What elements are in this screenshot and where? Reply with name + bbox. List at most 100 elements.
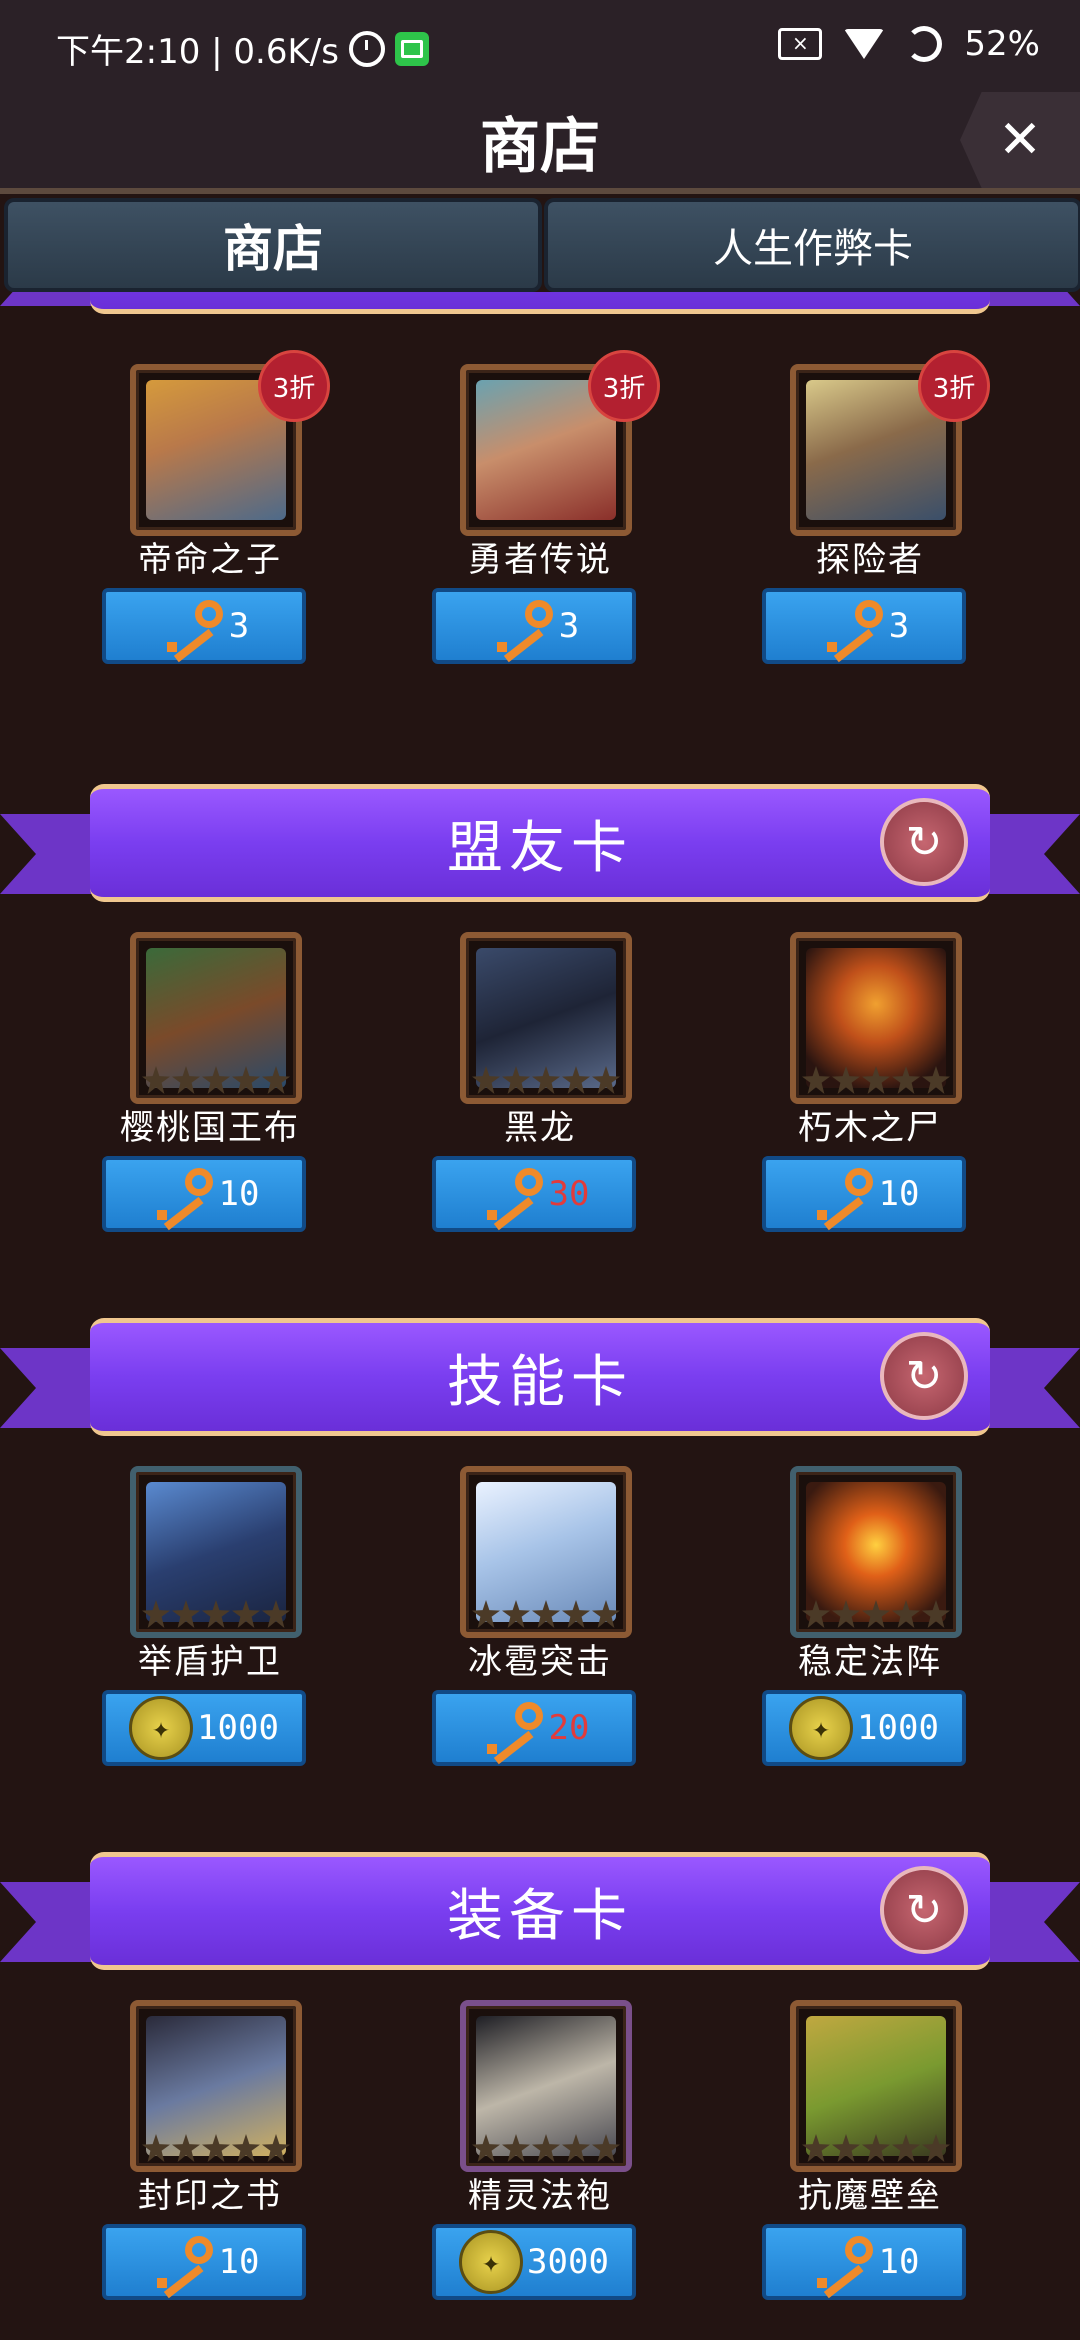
close-icon: ✕ <box>998 110 1042 170</box>
key-icon <box>479 1700 545 1765</box>
item-name: 樱桃国王布 <box>120 1108 300 1148</box>
refresh-button[interactable]: ↻ <box>880 1332 968 1420</box>
refresh-icon: ↻ <box>905 1350 943 1402</box>
refresh-button[interactable]: ↻ <box>880 1866 968 1954</box>
price-value: 1000 <box>857 1708 939 1748</box>
gold-coin-icon: ✦ <box>459 2230 524 2294</box>
price-value: 3000 <box>527 2242 609 2282</box>
item-name: 黑龙 <box>504 1108 576 1148</box>
app-header: 商店 ✕ <box>0 92 1080 192</box>
battery-percent: 52% <box>964 24 1040 64</box>
key-icon <box>489 598 555 663</box>
buy-button[interactable]: 3 <box>762 588 966 664</box>
section-title: 技能卡 <box>90 1318 990 1436</box>
discount-badge: 3折 <box>588 350 660 422</box>
shop-item[interactable]: 冰雹突击 20 <box>418 1466 638 1766</box>
item-name: 勇者传说 <box>468 540 612 580</box>
star-rating <box>142 1600 290 1628</box>
discount-badge: 3折 <box>918 350 990 422</box>
refresh-icon: ↻ <box>905 816 943 868</box>
buy-button[interactable]: ✦ 1000 <box>102 1690 306 1766</box>
item-name: 封印之书 <box>138 2176 282 2216</box>
key-icon <box>149 1166 215 1231</box>
shop-item[interactable]: 樱桃国王布 10 <box>88 932 308 1232</box>
item-portrait <box>130 932 302 1104</box>
key-icon <box>159 598 225 663</box>
price-value: 3 <box>558 606 580 646</box>
buy-button[interactable]: 10 <box>102 1156 306 1232</box>
status-left: 下午2:10 | 0.6K/s <box>56 24 429 73</box>
shop-content[interactable]: 皮肤卡 3折 帝命之子 3 3折 勇者传说 3 <box>0 292 1080 2340</box>
star-rating <box>472 1600 620 1628</box>
price-value: 10 <box>878 1174 920 1214</box>
item-name: 抗魔壁垒 <box>798 2176 942 2216</box>
key-icon <box>149 2234 215 2299</box>
buy-button[interactable]: 3 <box>102 588 306 664</box>
star-rating <box>472 1066 620 1094</box>
buy-button[interactable]: ✦ 3000 <box>432 2224 636 2300</box>
section-title: 皮肤卡 <box>90 292 990 314</box>
item-portrait <box>460 932 632 1104</box>
shop-item[interactable]: 黑龙 30 <box>418 932 638 1232</box>
shop-item[interactable]: 举盾护卫 ✦ 1000 <box>88 1466 308 1766</box>
gold-coin-icon: ✦ <box>129 1696 194 1760</box>
item-portrait <box>460 2000 632 2172</box>
star-rating <box>142 1066 290 1094</box>
price-value: 3 <box>888 606 910 646</box>
shop-item[interactable]: 抗魔壁垒 10 <box>748 2000 968 2300</box>
star-rating <box>802 2134 950 2162</box>
status-time-speed: 下午2:10 | 0.6K/s <box>56 32 339 72</box>
refresh-button[interactable]: ↻ <box>880 798 968 886</box>
star-rating <box>802 1066 950 1094</box>
item-name: 稳定法阵 <box>798 1642 942 1682</box>
section-ribbon: 皮肤卡 <box>0 292 1080 326</box>
tab-shop[interactable]: 商店 <box>4 198 542 292</box>
star-rating <box>802 1600 950 1628</box>
shop-item[interactable]: 3折 勇者传说 3 <box>418 350 660 664</box>
screen-record-icon <box>394 31 429 66</box>
status-right: × 52% <box>778 24 1040 64</box>
item-name: 帝命之子 <box>138 540 282 580</box>
buy-button[interactable]: 20 <box>432 1690 636 1766</box>
price-value: 30 <box>548 1174 590 1214</box>
item-name: 精灵法袍 <box>468 2176 612 2216</box>
price-value: 10 <box>218 1174 260 1214</box>
shop-item[interactable]: 朽木之尸 10 <box>748 932 968 1232</box>
shop-item[interactable]: 精灵法袍 ✦ 3000 <box>418 2000 638 2300</box>
buy-button[interactable]: 10 <box>762 1156 966 1232</box>
close-button[interactable]: ✕ <box>960 92 1080 188</box>
status-bar: 下午2:10 | 0.6K/s × 52% <box>0 0 1080 92</box>
key-icon <box>819 598 885 663</box>
shop-item[interactable]: 3折 帝命之子 3 <box>88 350 330 664</box>
item-portrait <box>790 2000 962 2172</box>
tab-bar: 商店 人生作弊卡 <box>0 196 1080 292</box>
shop-item[interactable]: 封印之书 10 <box>88 2000 308 2300</box>
item-name: 朽木之尸 <box>798 1108 942 1148</box>
section-ribbon: 盟友卡 ↻ <box>0 784 1080 914</box>
key-icon <box>479 1166 545 1231</box>
item-name: 探险者 <box>816 540 924 580</box>
section-ribbon: 技能卡 ↻ <box>0 1318 1080 1448</box>
item-portrait <box>130 1466 302 1638</box>
refresh-icon: ↻ <box>905 1884 943 1936</box>
item-name: 冰雹突击 <box>468 1642 612 1682</box>
tab-life-cheat-card[interactable]: 人生作弊卡 <box>544 198 1080 292</box>
discount-badge: 3折 <box>258 350 330 422</box>
price-value: 1000 <box>197 1708 279 1748</box>
price-value: 10 <box>878 2242 920 2282</box>
section-title: 盟友卡 <box>90 784 990 902</box>
shop-item[interactable]: 稳定法阵 ✦ 1000 <box>748 1466 968 1766</box>
price-value: 20 <box>548 1708 590 1748</box>
shop-item[interactable]: 3折 探险者 3 <box>748 350 990 664</box>
wifi-icon <box>844 29 885 59</box>
battery-ring-icon <box>906 26 943 62</box>
buy-button[interactable]: 10 <box>102 2224 306 2300</box>
buy-button[interactable]: 10 <box>762 2224 966 2300</box>
header-divider <box>0 188 1080 194</box>
no-sim-icon: × <box>778 28 823 60</box>
key-icon <box>809 2234 875 2299</box>
item-portrait <box>460 1466 632 1638</box>
buy-button[interactable]: ✦ 1000 <box>762 1690 966 1766</box>
buy-button[interactable]: 3 <box>432 588 636 664</box>
buy-button[interactable]: 30 <box>432 1156 636 1232</box>
